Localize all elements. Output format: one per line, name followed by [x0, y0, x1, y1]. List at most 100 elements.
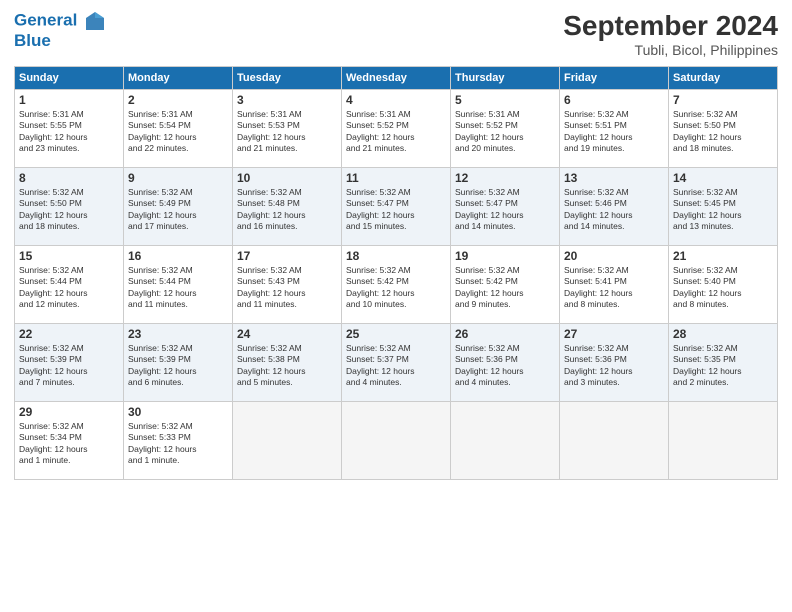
- day-number: 18: [346, 249, 446, 263]
- day-number: 1: [19, 93, 119, 107]
- cell-w5-3: [342, 402, 451, 480]
- logo: General Blue: [14, 10, 106, 51]
- cell-data: Sunrise: 5:32 AMSunset: 5:33 PMDaylight:…: [128, 421, 228, 467]
- logo-blue: Blue: [14, 32, 106, 51]
- header-row: Sunday Monday Tuesday Wednesday Thursday…: [15, 67, 778, 90]
- cell-w1-2: 3Sunrise: 5:31 AMSunset: 5:53 PMDaylight…: [233, 90, 342, 168]
- day-number: 12: [455, 171, 555, 185]
- cell-data: Sunrise: 5:32 AMSunset: 5:39 PMDaylight:…: [128, 343, 228, 389]
- day-number: 26: [455, 327, 555, 341]
- logo-text: General: [14, 10, 106, 32]
- cell-w4-2: 24 Sunrise: 5:32 AMSunset: 5:38 PMDayligh…: [233, 324, 342, 402]
- main-container: General Blue September 2024 Tubli, Bicol…: [0, 0, 792, 490]
- day-number: 25: [346, 327, 446, 341]
- logo-icon: [84, 10, 106, 32]
- cell-w4-1: 23 Sunrise: 5:32 AMSunset: 5:39 PMDayligh…: [124, 324, 233, 402]
- day-number: 7: [673, 93, 773, 107]
- day-number: 19: [455, 249, 555, 263]
- cell-w5-2: [233, 402, 342, 480]
- day-number: 22: [19, 327, 119, 341]
- title-block: September 2024 Tubli, Bicol, Philippines: [563, 10, 778, 58]
- header: General Blue September 2024 Tubli, Bicol…: [14, 10, 778, 58]
- col-saturday: Saturday: [669, 67, 778, 90]
- cell-data: Sunrise: 5:32 AMSunset: 5:41 PMDaylight:…: [564, 265, 664, 311]
- cell-data: Sunrise: 5:32 AMSunset: 5:44 PMDaylight:…: [128, 265, 228, 311]
- cell-w1-3: 4Sunrise: 5:31 AMSunset: 5:52 PMDaylight…: [342, 90, 451, 168]
- cell-w5-1: 30 Sunrise: 5:32 AMSunset: 5:33 PMDayligh…: [124, 402, 233, 480]
- day-number: 17: [237, 249, 337, 263]
- cell-w5-5: [560, 402, 669, 480]
- day-number: 30: [128, 405, 228, 419]
- cell-data: Sunrise: 5:32 AMSunset: 5:45 PMDaylight:…: [673, 187, 773, 233]
- day-number: 10: [237, 171, 337, 185]
- day-number: 16: [128, 249, 228, 263]
- day-number: 27: [564, 327, 664, 341]
- cell-w5-6: [669, 402, 778, 480]
- cell-w2-4: 12 Sunrise: 5:32 AMSunset: 5:47 PMDayligh…: [451, 168, 560, 246]
- cell-data: Sunrise: 5:32 AMSunset: 5:38 PMDaylight:…: [237, 343, 337, 389]
- day-number: 9: [128, 171, 228, 185]
- day-number: 2: [128, 93, 228, 107]
- day-number: 5: [455, 93, 555, 107]
- cell-data: Sunrise: 5:32 AMSunset: 5:43 PMDaylight:…: [237, 265, 337, 311]
- day-number: 21: [673, 249, 773, 263]
- month-title: September 2024: [563, 10, 778, 42]
- cell-w4-5: 27 Sunrise: 5:32 AMSunset: 5:36 PMDayligh…: [560, 324, 669, 402]
- cell-data: Sunrise: 5:32 AMSunset: 5:49 PMDaylight:…: [128, 187, 228, 233]
- cell-w3-6: 21Sunrise: 5:32 AMSunset: 5:40 PMDayligh…: [669, 246, 778, 324]
- day-number: 20: [564, 249, 664, 263]
- cell-w3-3: 18 Sunrise: 5:32 AMSunset: 5:42 PMDayligh…: [342, 246, 451, 324]
- cell-data: Sunrise: 5:32 AMSunset: 5:48 PMDaylight:…: [237, 187, 337, 233]
- cell-w1-1: 2 Sunrise: 5:31 AMSunset: 5:54 PMDaylight…: [124, 90, 233, 168]
- col-tuesday: Tuesday: [233, 67, 342, 90]
- week-row-2: 8 Sunrise: 5:32 AMSunset: 5:50 PMDaylight…: [15, 168, 778, 246]
- cell-data: Sunrise: 5:31 AMSunset: 5:52 PMDaylight:…: [455, 109, 555, 155]
- cell-data: Sunrise: 5:32 AMSunset: 5:50 PMDaylight:…: [19, 187, 119, 233]
- week-row-4: 22 Sunrise: 5:32 AMSunset: 5:39 PMDayligh…: [15, 324, 778, 402]
- cell-w1-6: 7Sunrise: 5:32 AMSunset: 5:50 PMDaylight…: [669, 90, 778, 168]
- cell-data: Sunrise: 5:32 AMSunset: 5:37 PMDaylight:…: [346, 343, 446, 389]
- day-number: 3: [237, 93, 337, 107]
- week-row-1: 1Sunrise: 5:31 AMSunset: 5:55 PMDaylight…: [15, 90, 778, 168]
- cell-data: Sunrise: 5:32 AMSunset: 5:42 PMDaylight:…: [346, 265, 446, 311]
- col-sunday: Sunday: [15, 67, 124, 90]
- day-number: 23: [128, 327, 228, 341]
- cell-w3-5: 20 Sunrise: 5:32 AMSunset: 5:41 PMDayligh…: [560, 246, 669, 324]
- cell-w4-3: 25 Sunrise: 5:32 AMSunset: 5:37 PMDayligh…: [342, 324, 451, 402]
- cell-w5-4: [451, 402, 560, 480]
- cell-w2-6: 14 Sunrise: 5:32 AMSunset: 5:45 PMDayligh…: [669, 168, 778, 246]
- cell-data: Sunrise: 5:32 AMSunset: 5:47 PMDaylight:…: [455, 187, 555, 233]
- cell-w2-1: 9 Sunrise: 5:32 AMSunset: 5:49 PMDaylight…: [124, 168, 233, 246]
- cell-w2-3: 11 Sunrise: 5:32 AMSunset: 5:47 PMDayligh…: [342, 168, 451, 246]
- cell-w3-1: 16 Sunrise: 5:32 AMSunset: 5:44 PMDayligh…: [124, 246, 233, 324]
- cell-data: Sunrise: 5:32 AMSunset: 5:51 PMDaylight:…: [564, 109, 664, 155]
- col-wednesday: Wednesday: [342, 67, 451, 90]
- cell-data: Sunrise: 5:32 AMSunset: 5:35 PMDaylight:…: [673, 343, 773, 389]
- day-number: 14: [673, 171, 773, 185]
- week-row-3: 15 Sunrise: 5:32 AMSunset: 5:44 PMDayligh…: [15, 246, 778, 324]
- cell-data: Sunrise: 5:32 AMSunset: 5:46 PMDaylight:…: [564, 187, 664, 233]
- logo-general: General: [14, 10, 77, 29]
- cell-data: Sunrise: 5:32 AMSunset: 5:36 PMDaylight:…: [564, 343, 664, 389]
- calendar-table: Sunday Monday Tuesday Wednesday Thursday…: [14, 66, 778, 480]
- cell-data: Sunrise: 5:32 AMSunset: 5:36 PMDaylight:…: [455, 343, 555, 389]
- location: Tubli, Bicol, Philippines: [563, 42, 778, 58]
- cell-w5-0: 29Sunrise: 5:32 AMSunset: 5:34 PMDayligh…: [15, 402, 124, 480]
- day-number: 4: [346, 93, 446, 107]
- day-number: 13: [564, 171, 664, 185]
- cell-w3-2: 17 Sunrise: 5:32 AMSunset: 5:43 PMDayligh…: [233, 246, 342, 324]
- col-friday: Friday: [560, 67, 669, 90]
- day-number: 24: [237, 327, 337, 341]
- day-number: 8: [19, 171, 119, 185]
- col-monday: Monday: [124, 67, 233, 90]
- day-number: 11: [346, 171, 446, 185]
- cell-w2-2: 10 Sunrise: 5:32 AMSunset: 5:48 PMDayligh…: [233, 168, 342, 246]
- cell-w4-6: 28Sunrise: 5:32 AMSunset: 5:35 PMDayligh…: [669, 324, 778, 402]
- cell-data: Sunrise: 5:31 AMSunset: 5:54 PMDaylight:…: [128, 109, 228, 155]
- cell-w2-0: 8 Sunrise: 5:32 AMSunset: 5:50 PMDaylight…: [15, 168, 124, 246]
- cell-data: Sunrise: 5:32 AMSunset: 5:47 PMDaylight:…: [346, 187, 446, 233]
- cell-w1-4: 5 Sunrise: 5:31 AMSunset: 5:52 PMDaylight…: [451, 90, 560, 168]
- cell-data: Sunrise: 5:32 AMSunset: 5:34 PMDaylight:…: [19, 421, 119, 467]
- day-number: 15: [19, 249, 119, 263]
- cell-data: Sunrise: 5:32 AMSunset: 5:42 PMDaylight:…: [455, 265, 555, 311]
